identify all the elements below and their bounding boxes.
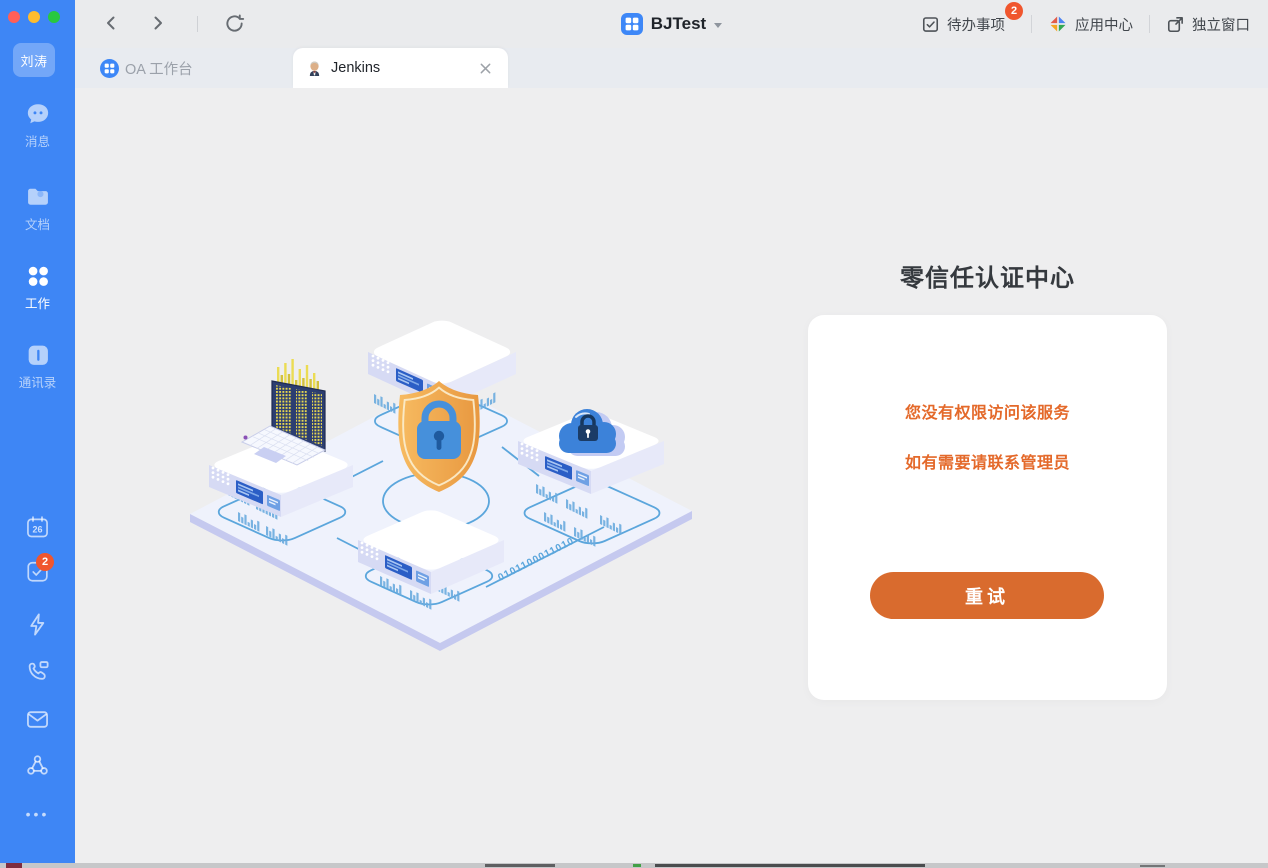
phone-video-icon: [24, 658, 51, 685]
topbar-actions: 待办事项 2 应用中心 独立窗口: [919, 0, 1252, 48]
mail-icon: [24, 706, 51, 733]
sidebar: 刘涛 消息 文档 工作 通讯录 26: [0, 0, 75, 863]
error-message-line1: 您没有权限访问该服务: [808, 399, 1167, 423]
topbar-divider: [1031, 15, 1032, 33]
tab-close-button[interactable]: [476, 59, 494, 77]
chat-bubble-icon: [24, 100, 52, 128]
folder-icon: [24, 183, 52, 211]
open-in-window-icon: [1166, 15, 1185, 34]
tab-oa-label: OA 工作台: [125, 58, 193, 79]
sidebar-item-label: 消息: [25, 131, 50, 150]
workbench-icon: [24, 262, 52, 290]
todo-label: 待办事项: [947, 14, 1005, 35]
sidebar-item-label: 文档: [25, 214, 50, 233]
window-controls: [8, 11, 60, 23]
sidebar-tool-calendar[interactable]: 26: [24, 514, 51, 541]
tab-jenkins-label: Jenkins: [331, 60, 380, 76]
sidebar-more-button[interactable]: •••: [0, 806, 75, 822]
todo-badge: 2: [1005, 2, 1023, 20]
sidebar-tool-video-call[interactable]: [24, 658, 51, 685]
tab-jenkins[interactable]: Jenkins: [293, 48, 508, 88]
sidebar-tool-mail[interactable]: [24, 706, 51, 733]
tabstrip: OA 工作台 Jenkins: [75, 48, 1268, 88]
window-close-button[interactable]: [8, 11, 20, 23]
app-center-label: 应用中心: [1075, 14, 1133, 35]
auth-error-card: 您没有权限访问该服务 如有需要请联系管理员 重试: [808, 315, 1167, 700]
app-grid-icon: [621, 13, 643, 35]
app-title: BJTest: [651, 14, 706, 34]
avatar[interactable]: 刘涛: [13, 43, 55, 77]
laptop-logo: [244, 436, 248, 440]
calendar-day: 26: [32, 525, 42, 535]
standalone-window-label: 独立窗口: [1192, 14, 1250, 35]
contacts-book-icon: [24, 341, 52, 369]
page-title: 零信任认证中心: [808, 258, 1167, 293]
sidebar-item-label: 通讯录: [19, 372, 57, 391]
background-window-sliver: [0, 863, 1268, 868]
topbar: BJTest 待办事项 2 应用中心: [75, 0, 1268, 48]
main-window: BJTest 待办事项 2 应用中心: [75, 0, 1268, 863]
jenkins-favicon: [307, 59, 322, 78]
sidebar-item-label: 工作: [25, 293, 50, 312]
sidebar-todo-badge: 2: [36, 553, 54, 571]
jenkins-page-content: 0101100011010: [75, 88, 1268, 863]
lightning-icon: [24, 611, 51, 638]
secure-cloud: [559, 409, 625, 456]
community-icon: [24, 752, 51, 779]
topbar-divider: [1149, 15, 1150, 33]
chevron-down-icon: [714, 23, 722, 28]
app-center-pinwheel-icon: [1048, 14, 1068, 34]
window-minimize-button[interactable]: [28, 11, 40, 23]
sidebar-tool-community[interactable]: [24, 752, 51, 779]
zero-trust-illustration: 0101100011010: [180, 295, 695, 655]
sidebar-item-docs[interactable]: 文档: [0, 183, 75, 233]
sidebar-tool-shortcuts[interactable]: [24, 611, 51, 638]
standalone-window-action[interactable]: 独立窗口: [1164, 10, 1252, 39]
app-center-action[interactable]: 应用中心: [1046, 10, 1135, 39]
todo-check-icon: [921, 15, 940, 34]
todo-action[interactable]: 待办事项 2: [919, 10, 1007, 39]
calendar-icon: 26: [24, 514, 51, 541]
sidebar-item-contacts[interactable]: 通讯录: [0, 341, 75, 391]
window-zoom-button[interactable]: [48, 11, 60, 23]
oa-grid-icon: [100, 59, 119, 78]
tab-oa-workbench[interactable]: OA 工作台: [100, 48, 193, 88]
retry-button[interactable]: 重试: [870, 572, 1104, 619]
close-icon: [479, 62, 492, 75]
error-message-line2: 如有需要请联系管理员: [808, 449, 1167, 473]
sidebar-item-work[interactable]: 工作: [0, 262, 75, 312]
sidebar-item-messages[interactable]: 消息: [0, 100, 75, 150]
